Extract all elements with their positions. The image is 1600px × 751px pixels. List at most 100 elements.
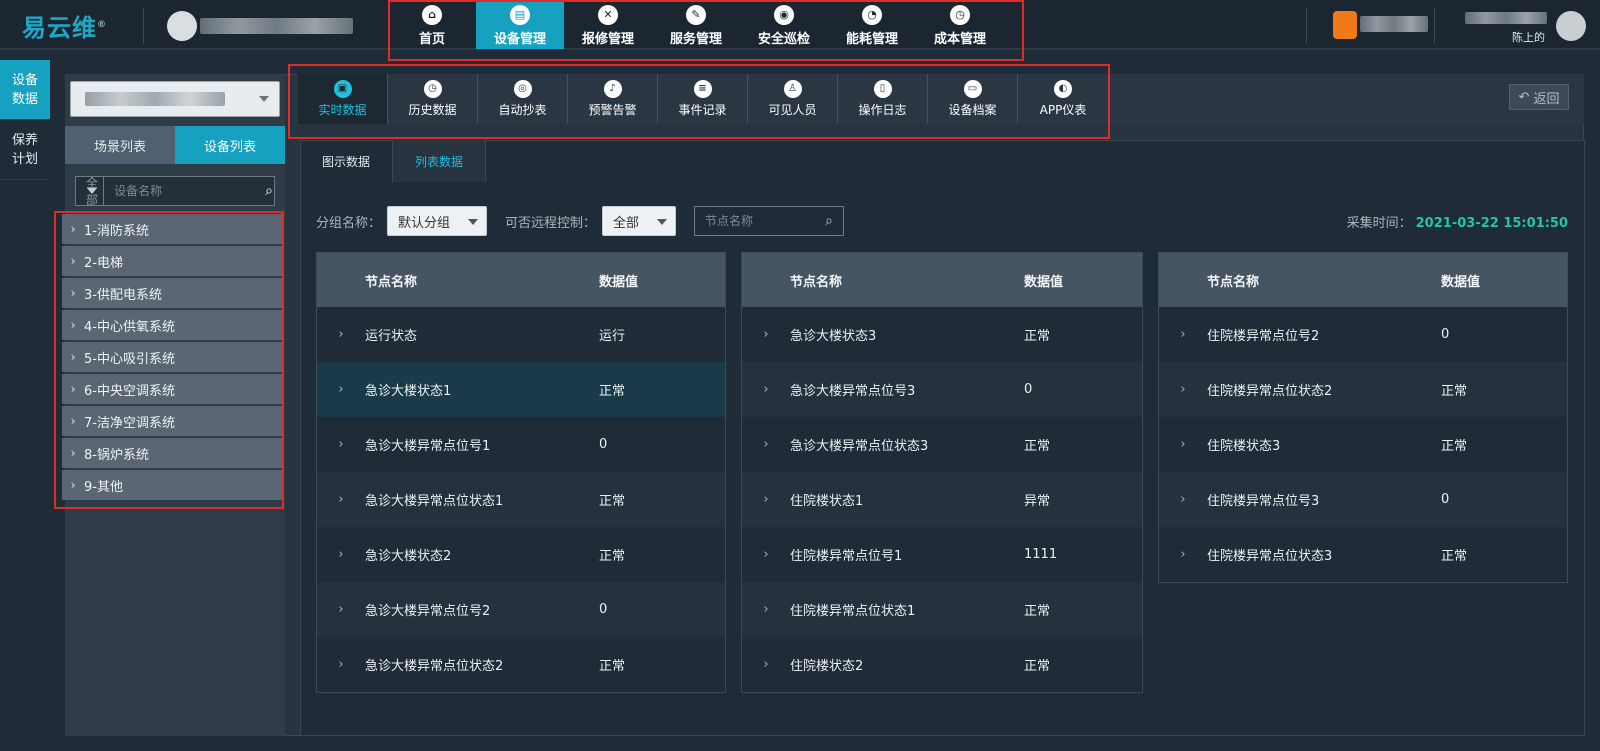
- nav-device-management[interactable]: ▤ 设备管理: [476, 2, 564, 49]
- tree-item-fire[interactable]: › 1-消防系统: [62, 214, 282, 244]
- app-logo[interactable]: 易云维®: [22, 8, 107, 43]
- node-name-input[interactable]: [695, 207, 816, 235]
- user-info-blurred: [1465, 12, 1547, 24]
- table-row[interactable]: › 急诊大楼异常点位号1 0: [317, 417, 725, 472]
- project-select-blurred: [85, 92, 225, 106]
- person-icon: ♙: [783, 80, 802, 98]
- table-row[interactable]: › 急诊大楼异常点位号3 0: [742, 362, 1142, 417]
- back-button[interactable]: ↶ 返回: [1509, 84, 1569, 110]
- table-row[interactable]: › 住院楼异常点位状态2 正常: [1159, 362, 1567, 417]
- chevron-right-icon: ›: [70, 350, 76, 364]
- chevron-right-icon: ›: [763, 547, 769, 562]
- tab-list-data[interactable]: 列表数据: [392, 140, 487, 182]
- rail-device-data[interactable]: 设备 数据: [0, 60, 50, 120]
- table-row[interactable]: › 住院楼异常点位号3 0: [1159, 472, 1567, 527]
- nav-service-management[interactable]: ✎ 服务管理: [652, 2, 740, 49]
- table-row[interactable]: › 住院楼状态3 正常: [1159, 417, 1567, 472]
- nav-safety-inspection[interactable]: ◉ 安全巡检: [740, 2, 828, 49]
- tree-item-elevator[interactable]: › 2-电梯: [62, 246, 282, 276]
- table-row[interactable]: › 急诊大楼异常点位状态1 正常: [317, 472, 725, 527]
- table-row[interactable]: › 住院楼异常点位号1 1111: [742, 527, 1142, 582]
- record-icon: ≡: [693, 80, 712, 98]
- tree-item-other[interactable]: › 9-其他: [62, 470, 282, 500]
- subnav-device-archive[interactable]: ▭ 设备档案: [928, 74, 1018, 124]
- chevron-right-icon: ›: [70, 382, 76, 396]
- search-icon[interactable]: ⌕: [264, 177, 274, 205]
- log-icon: ▯: [873, 80, 892, 98]
- table-row[interactable]: › 运行状态 运行: [317, 307, 725, 362]
- device-tree: › 1-消防系统 › 2-电梯 › 3-供配电系统 › 4-中心供氧系统 › 5-中心吸引…: [62, 214, 282, 502]
- tab-device-list[interactable]: 设备列表: [175, 126, 285, 164]
- chevron-right-icon: ›: [70, 254, 76, 268]
- rail-maintenance-plan[interactable]: 保养 计划: [0, 120, 50, 180]
- chevron-right-icon: ›: [1180, 327, 1186, 342]
- chevron-right-icon: ›: [338, 492, 344, 507]
- project-avatar[interactable]: [1333, 11, 1357, 39]
- tree-item-clean-ac[interactable]: › 7-洁净空调系统: [62, 406, 282, 436]
- back-arrow-icon: ↶: [1518, 89, 1530, 105]
- org-avatar[interactable]: [167, 11, 197, 41]
- chevron-right-icon: ›: [70, 222, 76, 236]
- nav-label: 能耗管理: [845, 31, 898, 47]
- nav-label: 首页: [418, 31, 445, 47]
- collect-time-value: 2021-03-22 15:01:50: [1415, 216, 1568, 231]
- subnav-event-records[interactable]: ≡ 事件记录: [658, 74, 748, 124]
- subnav-history-data[interactable]: ◷ 历史数据: [388, 74, 478, 124]
- left-panel-tabs: 场景列表 设备列表: [65, 126, 285, 164]
- tab-chart-data[interactable]: 图示数据: [300, 140, 392, 182]
- nav-energy-management[interactable]: ◔ 能耗管理: [828, 2, 916, 49]
- chevron-right-icon: ›: [763, 382, 769, 397]
- table-row[interactable]: › 急诊大楼异常点位号2 0: [317, 582, 725, 637]
- chevron-right-icon: ›: [338, 657, 344, 672]
- chevron-down-icon: [657, 219, 668, 225]
- subnav-app-gauge[interactable]: ◐ APP仪表: [1018, 74, 1108, 124]
- tree-item-power[interactable]: › 3-供配电系统: [62, 278, 282, 308]
- device-name-input[interactable]: [104, 177, 265, 205]
- remote-control-select[interactable]: 全部: [602, 206, 677, 236]
- table-row[interactable]: › 急诊大楼状态1 正常: [317, 362, 725, 417]
- subnav-visible-staff[interactable]: ♙ 可见人员: [748, 74, 838, 124]
- group-select[interactable]: 默认分组: [387, 206, 488, 236]
- tab-scene-list[interactable]: 场景列表: [65, 126, 175, 164]
- tree-item-boiler[interactable]: › 8-锅炉系统: [62, 438, 282, 468]
- table-row[interactable]: › 住院楼状态1 异常: [742, 472, 1142, 527]
- table-row[interactable]: › 急诊大楼异常点位状态3 正常: [742, 417, 1142, 472]
- user-name[interactable]: 陈上的: [1512, 29, 1545, 45]
- table-row[interactable]: › 住院楼异常点位号2 0: [1159, 307, 1567, 362]
- subnav-operation-log[interactable]: ▯ 操作日志: [838, 74, 928, 124]
- subnav-alarms[interactable]: ♪ 预警告警: [568, 74, 658, 124]
- nav-home[interactable]: ⌂ 首页: [388, 2, 476, 49]
- tree-item-suction[interactable]: › 5-中心吸引系统: [62, 342, 282, 372]
- timer-icon: ◷: [950, 4, 970, 25]
- table-row[interactable]: › 住院楼异常点位状态3 正常: [1159, 527, 1567, 582]
- project-select[interactable]: [70, 81, 280, 117]
- nav-repair-management[interactable]: ✕ 报修管理: [564, 2, 652, 49]
- chevron-right-icon: ›: [763, 657, 769, 672]
- table-header: 节点名称 数据值: [1159, 253, 1567, 307]
- filter-bar: 分组名称： 默认分组 可否远程控制： 全部 ⌕: [316, 206, 845, 236]
- device-search: 全部 ⌕: [75, 176, 275, 207]
- chevron-right-icon: ›: [70, 318, 76, 332]
- remote-control-label: 可否远程控制：: [505, 215, 597, 231]
- search-icon[interactable]: ⌕: [815, 213, 843, 229]
- table-row[interactable]: › 急诊大楼状态2 正常: [317, 527, 725, 582]
- chevron-right-icon: ›: [70, 478, 76, 492]
- user-avatar[interactable]: [1556, 11, 1586, 41]
- subnav-realtime-data[interactable]: ▣ 实时数据: [298, 74, 388, 124]
- pie-chart-icon: ◔: [862, 4, 882, 25]
- table-header: 节点名称 数据值: [317, 253, 725, 307]
- table-row[interactable]: › 住院楼状态2 正常: [742, 637, 1142, 692]
- table-row[interactable]: › 住院楼异常点位状态1 正常: [742, 582, 1142, 637]
- table-row[interactable]: › 急诊大楼异常点位状态2 正常: [317, 637, 725, 692]
- tree-item-oxygen[interactable]: › 4-中心供氧系统: [62, 310, 282, 340]
- chevron-right-icon: ›: [338, 327, 344, 342]
- chevron-right-icon: ›: [1180, 547, 1186, 562]
- tree-item-central-ac[interactable]: › 6-中央空调系统: [62, 374, 282, 404]
- chevron-down-icon: [468, 219, 479, 225]
- archive-icon: ▭: [963, 80, 982, 98]
- nav-cost-management[interactable]: ◷ 成本管理: [916, 2, 1004, 49]
- data-table-1: 节点名称 数据值 › 运行状态 运行 › 急诊大楼状态1 正常 › 急诊大楼异常点位号1 0 …: [316, 252, 726, 693]
- device-filter-select[interactable]: 全部: [76, 176, 105, 207]
- subnav-auto-meter[interactable]: ◎ 自动抄表: [478, 74, 568, 124]
- table-row[interactable]: › 急诊大楼状态3 正常: [742, 307, 1142, 362]
